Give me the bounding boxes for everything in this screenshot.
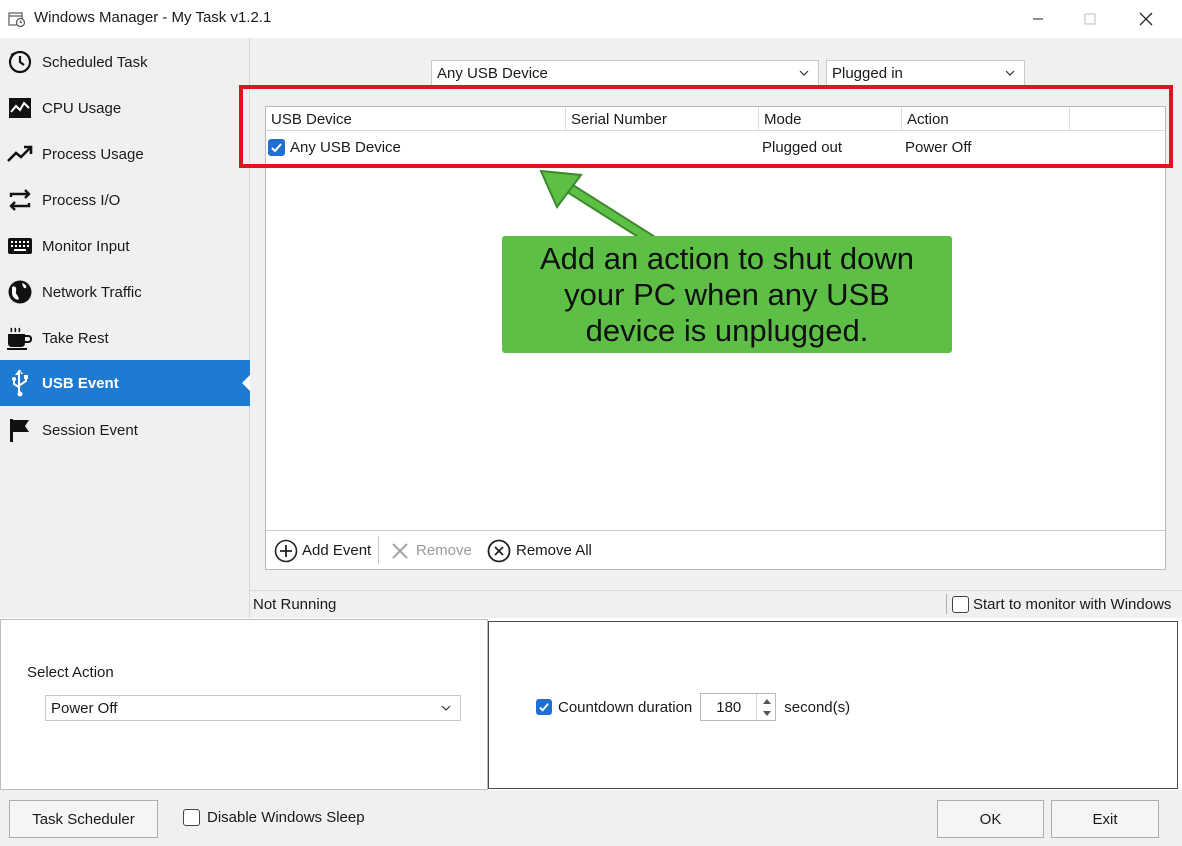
stepper-down-button[interactable] [757,707,776,720]
status-text: Not Running [253,596,337,613]
remove-all-button[interactable]: Remove All [487,531,592,570]
sidebar-item-label: Take Rest [42,329,109,347]
disable-sleep-checkbox[interactable]: Disable Windows Sleep [183,809,365,826]
sidebar-item-network-traffic[interactable]: Network Traffic [0,269,250,315]
sidebar-item-take-rest[interactable]: Take Rest [0,315,250,361]
checkmark-icon [539,703,549,712]
callout-note: Add an action to shut down your PC when … [502,236,952,353]
exit-button[interactable]: Exit [1051,800,1159,838]
chevron-down-icon [441,705,451,711]
usb-mode-select-value: Plugged in [832,64,903,82]
usb-mode-select[interactable]: Plugged in [826,60,1025,86]
sidebar-item-label: Monitor Input [42,237,130,255]
select-action-label: Select Action [27,664,114,681]
chevron-down-icon [1005,70,1015,76]
action-select-value: Power Off [51,699,118,717]
add-event-button[interactable]: Add Event [274,531,371,570]
maximize-button[interactable] [1064,0,1116,38]
task-scheduler-button[interactable]: Task Scheduler [9,800,158,838]
event-toolbar: Add Event Remove Remove All [266,530,1165,569]
usb-device-select[interactable]: Any USB Device [431,60,819,86]
sidebar: Scheduled Task CPU Usage Process Usage P… [0,38,250,618]
cpu-chart-icon [7,95,33,121]
sidebar-item-cpu-usage[interactable]: CPU Usage [0,85,250,131]
x-circle-icon [487,539,511,562]
sidebar-item-label: Process Usage [42,145,144,163]
disable-sleep-label: Disable Windows Sleep [207,809,365,826]
chevron-up-icon [762,698,771,704]
countdown-stepper[interactable]: 180 [700,693,777,721]
sidebar-item-label: USB Event [42,374,119,392]
remove-label: Remove [416,542,472,559]
task-clock-icon [8,10,26,28]
sidebar-item-process-usage[interactable]: Process Usage [0,131,250,177]
minimize-button[interactable] [1012,0,1064,38]
trend-up-icon [7,141,33,167]
globe-icon [7,279,33,305]
start-with-windows-label: Start to monitor with Windows [973,596,1172,613]
sidebar-item-label: Scheduled Task [42,53,148,71]
stepper-up-button[interactable] [757,694,776,707]
checkbox-box [952,596,969,613]
action-select[interactable]: Power Off [45,695,461,721]
remove-all-label: Remove All [516,542,592,559]
sidebar-item-label: CPU Usage [42,99,122,117]
countdown-checkbox[interactable] [536,699,552,715]
toolbar-divider [378,536,379,564]
checkbox-box [183,809,200,826]
sidebar-item-usb-event[interactable]: USB Event [0,360,250,406]
maximize-icon [1084,13,1096,25]
chevron-down-icon [762,710,771,716]
close-button[interactable] [1120,0,1172,38]
ok-button[interactable]: OK [937,800,1044,838]
sidebar-item-session-event[interactable]: Session Event [0,407,250,453]
swap-arrows-icon [7,187,33,213]
usb-icon [7,369,33,397]
remove-button[interactable]: Remove [390,531,472,570]
usb-device-select-value: Any USB Device [437,64,548,82]
highlight-box [239,85,1173,168]
status-divider [946,594,947,614]
callout-arrow-icon [539,169,656,245]
keyboard-icon [7,233,33,259]
sidebar-item-label: Process I/O [42,191,121,209]
flag-icon [7,417,33,443]
sidebar-item-label: Network Traffic [42,283,142,301]
coffee-cup-icon [7,325,33,351]
countdown-unit: second(s) [784,698,851,716]
start-with-windows-checkbox[interactable]: Start to monitor with Windows [952,596,1171,613]
countdown-label: Countdown duration [558,698,693,716]
add-circle-icon [274,539,298,562]
sidebar-item-process-io[interactable]: Process I/O [0,177,250,223]
minimize-icon [1033,18,1043,20]
window-title: Windows Manager - My Task v1.2.1 [34,9,272,26]
close-icon [1139,12,1153,26]
countdown-value[interactable]: 180 [701,694,756,720]
sidebar-item-label: Session Event [42,421,138,439]
sidebar-item-scheduled-task[interactable]: Scheduled Task [0,39,250,85]
countdown-row: Countdown duration 180 second(s) [536,693,851,721]
sidebar-item-monitor-input[interactable]: Monitor Input [0,223,250,269]
x-icon [392,542,408,559]
clock-icon [7,49,33,75]
chevron-down-icon [799,70,809,76]
add-event-label: Add Event [302,542,372,559]
